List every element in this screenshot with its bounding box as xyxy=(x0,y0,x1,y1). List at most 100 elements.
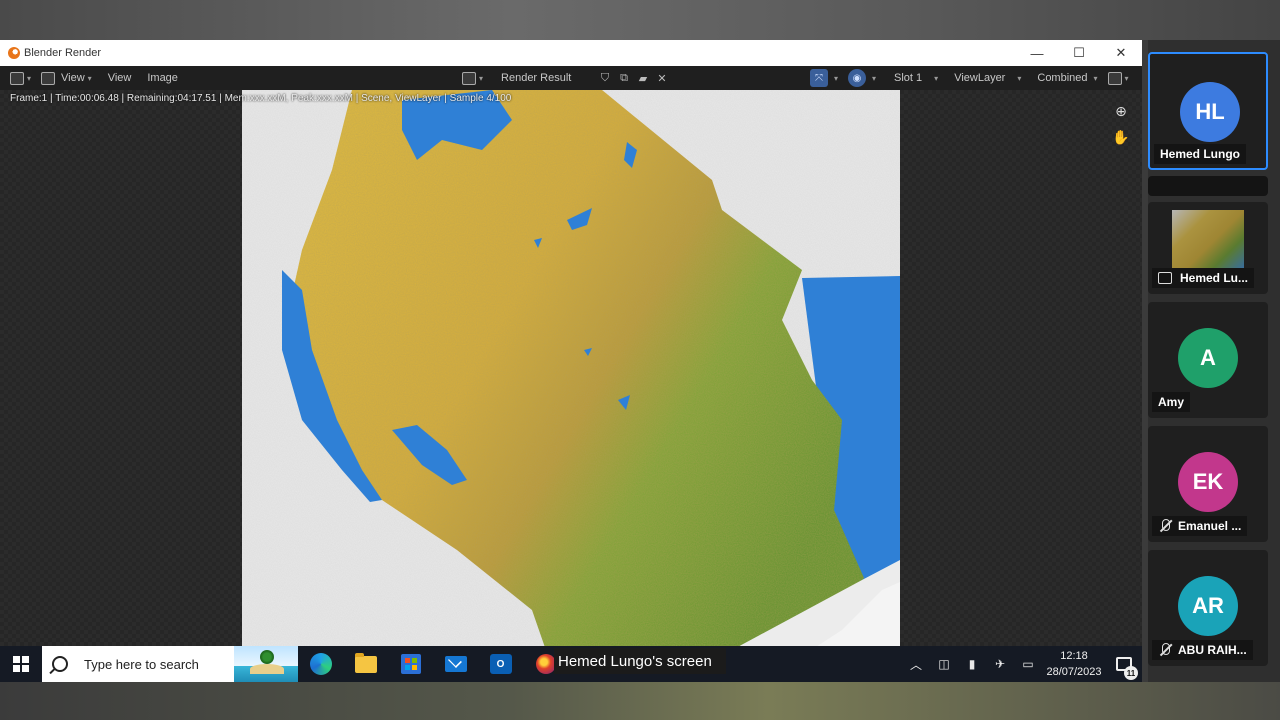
hand-pan-icon[interactable]: ✋ xyxy=(1112,128,1130,146)
chevron-down-icon: ▾ xyxy=(1124,73,1129,83)
blender-render-window: Blender Render — ☐ ✕ ▾ View ▾ View Image… xyxy=(0,40,1142,682)
gizmo-toggle-icon[interactable]: ⤧ xyxy=(810,69,828,87)
clock-date: 28/07/2023 xyxy=(1046,666,1102,678)
screen-share-thumbnail xyxy=(1172,210,1244,270)
image-name-field[interactable]: Render Result xyxy=(493,72,593,84)
avatar: AR xyxy=(1178,576,1238,636)
chevron-down-icon: ▾ xyxy=(834,73,839,83)
desktop-background-bottom xyxy=(0,682,1280,720)
system-tray: ︿ ◫ ▮ ✈ ▭ 12:18 28/07/2023 11 xyxy=(902,646,1142,682)
render-status-text: Frame:1 | Time:00:06.48 | Remaining:04:1… xyxy=(10,93,512,104)
participant-tile[interactable]: A Amy xyxy=(1148,302,1268,418)
participant-name: Hemed Lungo xyxy=(1154,144,1246,164)
tile-separator xyxy=(1148,176,1268,196)
open-folder-icon[interactable]: ▰ xyxy=(636,71,650,85)
view-mode-label: View xyxy=(61,72,85,84)
chevron-down-icon: ▾ xyxy=(87,73,92,83)
outlook-icon: O xyxy=(489,654,512,674)
viewport-navigation: ⊕ ✋ xyxy=(1112,102,1132,146)
taskbar-clock[interactable]: 12:18 28/07/2023 xyxy=(1042,648,1106,680)
image-icon xyxy=(41,71,56,85)
participant-name: Emanuel ... xyxy=(1178,519,1242,533)
terrain-render-svg xyxy=(242,90,900,682)
avatar: A xyxy=(1178,328,1238,388)
clock-time: 12:18 xyxy=(1060,650,1088,662)
view-layer-dropdown[interactable]: ViewLayer ▾ xyxy=(954,72,1021,84)
participant-name: Amy xyxy=(1152,392,1191,412)
slot-label: Slot 1 xyxy=(894,72,923,84)
mail-app-button[interactable] xyxy=(433,646,478,682)
battery-icon[interactable]: ▭ xyxy=(1014,646,1042,682)
participant-name: ABU RAIH... xyxy=(1178,643,1247,657)
show-hidden-icons-chevron-up-icon[interactable]: ︿ xyxy=(902,646,930,682)
store-app-button[interactable] xyxy=(388,646,433,682)
store-icon xyxy=(400,654,421,674)
participant-tile[interactable]: HL Hemed Lungo xyxy=(1148,52,1268,170)
file-explorer-app-button[interactable] xyxy=(343,646,388,682)
close-button[interactable]: ✕ xyxy=(1100,40,1142,66)
chevron-down-icon: ▾ xyxy=(934,73,939,83)
render-pass-label: Combined xyxy=(1037,72,1088,84)
outlook-app-button[interactable]: O xyxy=(478,646,523,682)
unlink-x-icon[interactable]: ✕ xyxy=(655,71,669,85)
screen-share-icon xyxy=(1158,272,1172,284)
participant-name: Hemed Lu... xyxy=(1180,271,1249,285)
desktop-background-top xyxy=(0,0,1280,40)
overlay-toggle-icon[interactable]: ◉ xyxy=(848,69,867,87)
chevron-down-icon: ▾ xyxy=(479,73,484,83)
chevron-down-icon: ▾ xyxy=(27,73,32,83)
microphone-muted-icon xyxy=(1158,519,1172,533)
display-channels-icon[interactable] xyxy=(1107,71,1122,85)
participant-nameplate: ABU RAIH... xyxy=(1152,640,1253,660)
participants-panel: HL Hemed Lungo Hemed Lu... A Amy EK Eman… xyxy=(1148,40,1280,682)
window-titlebar: Blender Render — ☐ ✕ xyxy=(0,40,1142,66)
file-explorer-icon xyxy=(354,652,377,673)
render-result-image xyxy=(242,90,900,682)
taskbar-search-box[interactable]: Type here to search xyxy=(42,646,298,682)
menu-image[interactable]: Image xyxy=(147,72,178,84)
search-placeholder: Type here to search xyxy=(84,656,199,672)
edge-icon xyxy=(309,653,332,675)
notification-count-badge: 11 xyxy=(1124,666,1138,680)
render-pass-dropdown[interactable]: Combined ▾ xyxy=(1037,72,1097,84)
avatar: EK xyxy=(1178,452,1238,512)
slot-dropdown[interactable]: Slot 1 ▾ xyxy=(894,72,938,84)
chevron-down-icon: ▾ xyxy=(872,73,877,83)
zoom-in-icon[interactable]: ⊕ xyxy=(1112,102,1130,120)
start-button[interactable] xyxy=(0,646,42,682)
avatar: HL xyxy=(1180,82,1240,142)
render-slot-group: ⤧ ▾ ◉ ▾ Slot 1 ▾ ViewLayer ▾ Combined ▾ … xyxy=(808,66,1129,90)
participant-tile[interactable]: EK Emanuel ... xyxy=(1148,426,1268,542)
microphone-icon[interactable]: ▮ xyxy=(958,646,986,682)
search-highlight-island-icon xyxy=(234,646,298,682)
participant-tile[interactable]: AR ABU RAIH... xyxy=(1148,550,1268,666)
participant-nameplate: Hemed Lu... xyxy=(1152,268,1255,288)
chevron-down-icon: ▾ xyxy=(1017,73,1022,83)
mail-icon xyxy=(444,656,467,672)
microphone-muted-icon xyxy=(1158,643,1172,657)
blender-logo-icon xyxy=(8,47,20,59)
browser-icon xyxy=(535,654,556,674)
chevron-down-icon: ▾ xyxy=(1093,73,1098,83)
view-mode-dropdown[interactable]: View ▾ xyxy=(41,71,92,85)
airplane-mode-icon[interactable]: ✈ xyxy=(986,646,1014,682)
image-editor-header: ▾ View ▾ View Image ▾ Render Result ⛉ ⧉ … xyxy=(0,66,1142,90)
minimize-button[interactable]: — xyxy=(1016,40,1058,66)
participant-tile[interactable]: Hemed Lu... xyxy=(1148,202,1268,294)
meet-now-icon[interactable]: ◫ xyxy=(930,646,958,682)
window-title: Blender Render xyxy=(24,47,102,59)
image-editor-icon xyxy=(10,71,24,85)
search-icon xyxy=(52,656,68,672)
editor-type-dropdown[interactable]: ▾ xyxy=(10,71,32,85)
windows-logo-icon xyxy=(13,656,29,672)
screen-share-banner: Hemed Lungo's screen xyxy=(554,648,726,674)
menu-view[interactable]: View xyxy=(108,72,132,84)
participant-nameplate: Emanuel ... xyxy=(1152,516,1248,536)
edge-app-button[interactable] xyxy=(298,646,343,682)
maximize-button[interactable]: ☐ xyxy=(1058,40,1100,66)
notification-center-button[interactable]: 11 xyxy=(1106,646,1142,682)
view-layer-label: ViewLayer xyxy=(954,72,1006,84)
duplicate-image-icon[interactable]: ⧉ xyxy=(617,71,631,85)
image-browse-icon[interactable] xyxy=(462,71,476,85)
fake-user-shield-icon[interactable]: ⛉ xyxy=(598,71,612,85)
